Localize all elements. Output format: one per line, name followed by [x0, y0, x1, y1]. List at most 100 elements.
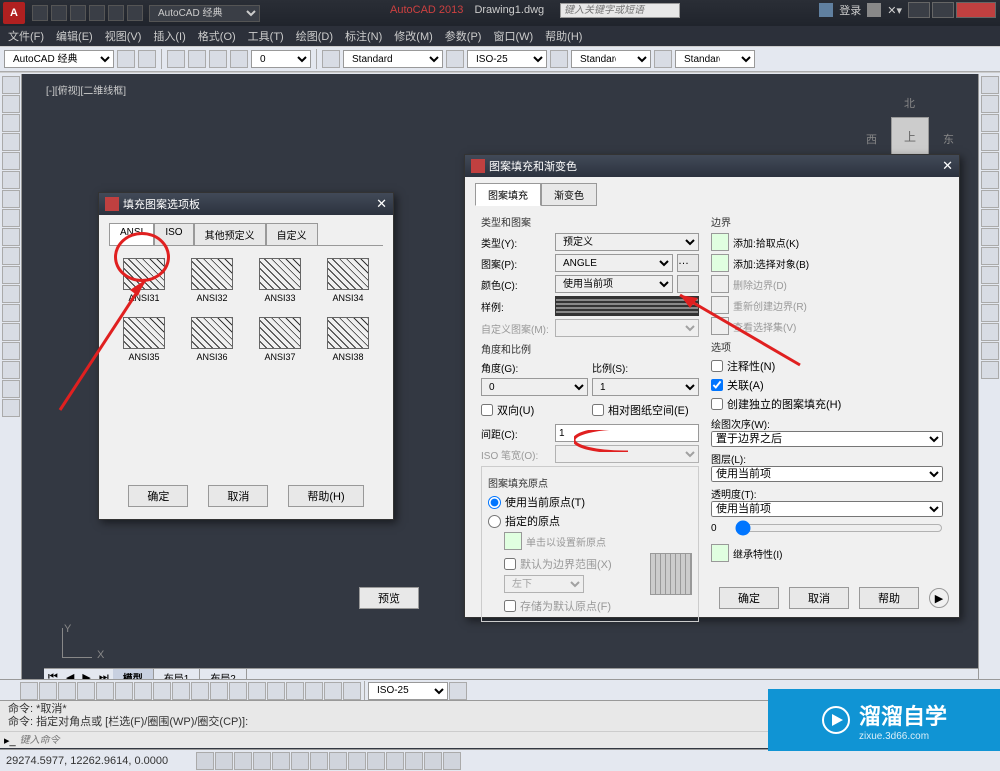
mirror-tool[interactable] [981, 114, 999, 132]
table-tool[interactable] [2, 285, 20, 303]
close-dd-icon[interactable]: ✕▾ [887, 4, 902, 17]
menu-draw[interactable]: 绘图(D) [290, 26, 339, 46]
spline-tool[interactable] [2, 190, 20, 208]
am-icon[interactable] [443, 752, 461, 770]
layer-icon[interactable] [167, 50, 185, 68]
layer-dd[interactable]: 0 [251, 50, 311, 68]
add-select-button[interactable]: 添加:选择对象(B) [733, 256, 809, 271]
pattern-ansi38[interactable]: ANSI38 [323, 317, 373, 362]
layer-icon[interactable] [188, 50, 206, 68]
dlg1-help-button[interactable]: 帮助(H) [288, 485, 363, 507]
snap-icon[interactable] [39, 682, 57, 700]
viewcube-top[interactable]: 上 [891, 117, 929, 155]
qat-redo-icon[interactable] [108, 5, 124, 21]
double-checkbox[interactable] [481, 404, 493, 416]
mlstyle-icon[interactable] [654, 50, 672, 68]
login-avatar-icon[interactable] [819, 3, 833, 17]
trim-tool[interactable] [981, 247, 999, 265]
pattern-ansi33[interactable]: ANSI33 [255, 258, 305, 303]
explode-tool[interactable] [981, 361, 999, 379]
dlg1-tab-other[interactable]: 其他预定义 [194, 223, 266, 245]
add-select-icon[interactable] [711, 254, 729, 272]
minimize-button[interactable] [908, 2, 930, 18]
store-default-checkbox[interactable] [504, 600, 516, 612]
preview-button[interactable]: 预览 [359, 587, 419, 609]
layer-icon[interactable] [230, 50, 248, 68]
snap-icon[interactable] [210, 682, 228, 700]
mlstyle-dd[interactable]: Standard [675, 50, 755, 68]
menu-dimension[interactable]: 标注(N) [339, 26, 388, 46]
point-tool[interactable] [2, 228, 20, 246]
copy-tool[interactable] [981, 95, 999, 113]
scale-tool[interactable] [981, 209, 999, 227]
dlg2-close-icon[interactable]: ✕ [942, 158, 953, 174]
dlg2-tab-hatch[interactable]: 图案填充 [475, 183, 541, 206]
pattern-ansi32[interactable]: ANSI32 [187, 258, 237, 303]
sample-preview[interactable] [555, 296, 699, 316]
type-dd[interactable]: 预定义 [555, 233, 699, 251]
tablestyle-icon[interactable] [550, 50, 568, 68]
relative-checkbox[interactable] [592, 404, 604, 416]
dlg2-ok-button[interactable]: 确定 [719, 587, 779, 609]
snap-icon[interactable] [153, 682, 171, 700]
erase-tool[interactable] [981, 76, 999, 94]
snap-icon[interactable] [267, 682, 285, 700]
draworder-dd[interactable]: 置于边界之后 [711, 431, 943, 447]
ortho-icon[interactable] [234, 752, 252, 770]
snap-dd[interactable]: ISO-25 [368, 682, 448, 700]
login-button[interactable]: 登录 [839, 2, 861, 18]
dlg2-tab-gradient[interactable]: 渐变色 [541, 183, 597, 206]
search-input[interactable] [560, 3, 680, 18]
offset-tool[interactable] [981, 133, 999, 151]
rectangle-tool[interactable] [2, 152, 20, 170]
infocenter-icon[interactable] [867, 3, 881, 17]
close-button[interactable] [956, 2, 996, 18]
separate-checkbox[interactable] [711, 398, 723, 410]
tpy-icon[interactable] [386, 752, 404, 770]
osnap-icon[interactable] [272, 752, 290, 770]
snap-mode-icon[interactable] [196, 752, 214, 770]
inherit-button[interactable]: 继承特性(I) [733, 546, 782, 561]
coords-display[interactable]: 29274.5977, 12262.9614, 0.0000 [6, 755, 186, 767]
dlg2-cancel-button[interactable]: 取消 [789, 587, 849, 609]
inherit-icon[interactable] [711, 544, 729, 562]
qat-print-icon[interactable] [127, 5, 143, 21]
menu-help[interactable]: 帮助(H) [539, 26, 588, 46]
rotate-tool[interactable] [981, 190, 999, 208]
snap-icon[interactable] [191, 682, 209, 700]
region-tool[interactable] [2, 266, 20, 284]
dlg1-ok-button[interactable]: 确定 [128, 485, 188, 507]
polyline-tool[interactable] [2, 95, 20, 113]
ellipse-tool[interactable] [2, 171, 20, 189]
fillet-tool[interactable] [981, 342, 999, 360]
snap-icon[interactable] [248, 682, 266, 700]
move-tool[interactable] [981, 171, 999, 189]
angle-dd[interactable]: 0 [481, 378, 588, 396]
sc-icon[interactable] [424, 752, 442, 770]
snap-icon[interactable] [134, 682, 152, 700]
dlg1-close-icon[interactable]: ✕ [376, 196, 387, 212]
break-tool[interactable] [981, 285, 999, 303]
dlg2-help-button[interactable]: 帮助 [859, 587, 919, 609]
arc-tool[interactable] [2, 133, 20, 151]
xref-tool[interactable] [2, 361, 20, 379]
dlg1-tab-ansi[interactable]: ANSI [109, 223, 154, 245]
menu-edit[interactable]: 编辑(E) [50, 26, 99, 46]
lwt-icon[interactable] [367, 752, 385, 770]
app-logo[interactable]: A [3, 2, 25, 24]
osnap3d-icon[interactable] [291, 752, 309, 770]
array-tool[interactable] [981, 152, 999, 170]
ducs-icon[interactable] [329, 752, 347, 770]
snap-icon[interactable] [172, 682, 190, 700]
line-tool[interactable] [2, 76, 20, 94]
qat-new-icon[interactable] [32, 5, 48, 21]
textstyle-icon[interactable] [322, 50, 340, 68]
maximize-button[interactable] [932, 2, 954, 18]
click-origin-icon[interactable] [504, 532, 522, 550]
polar-icon[interactable] [253, 752, 271, 770]
hatch-tool[interactable] [2, 209, 20, 227]
dyn-icon[interactable] [348, 752, 366, 770]
block-tool[interactable] [2, 323, 20, 341]
workspace-dd2[interactable]: AutoCAD 经典 [4, 50, 114, 68]
layer2-dd[interactable]: 使用当前项 [711, 466, 943, 482]
